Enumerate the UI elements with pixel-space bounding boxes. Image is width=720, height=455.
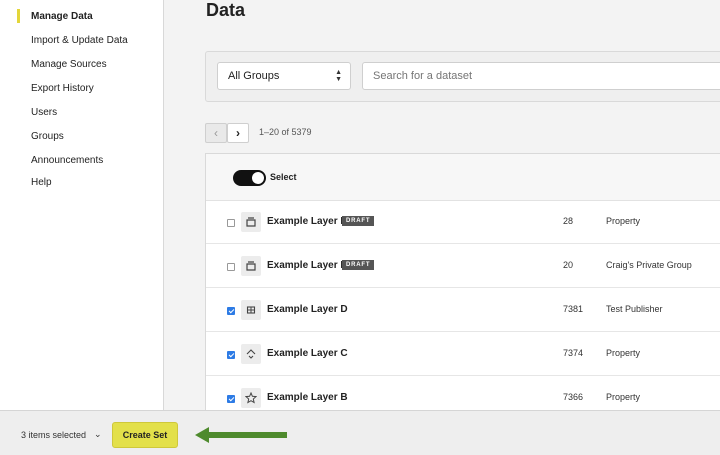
row-checkbox[interactable]	[227, 263, 235, 271]
sidebar: Manage Data Import & Update Data Manage …	[0, 0, 164, 410]
row-checkbox[interactable]	[227, 395, 235, 403]
draft-badge: DRAFT	[342, 260, 375, 270]
sidebar-item-announcements[interactable]: Announcements	[31, 155, 103, 166]
main-content: Data All Groups ▲▼ ‹ › 1–20 of 5379 Sele…	[164, 0, 720, 410]
sidebar-item-help[interactable]: Help	[31, 177, 52, 188]
sidebar-item-import-update-data[interactable]: Import & Update Data	[31, 35, 128, 46]
row-owner: Property	[606, 392, 641, 402]
row-name[interactable]: Example Layer E	[267, 260, 347, 271]
group-select-value: All Groups	[228, 70, 280, 82]
row-name[interactable]: Example Layer C	[267, 348, 348, 359]
line-icon	[241, 344, 261, 364]
toggle-knob	[252, 172, 264, 184]
sidebar-item-manage-sources[interactable]: Manage Sources	[31, 59, 107, 70]
arrow-left-icon	[195, 427, 287, 443]
select-toggle[interactable]	[233, 170, 266, 186]
star-icon	[241, 388, 261, 408]
row-checkbox[interactable]	[227, 351, 235, 359]
row-owner: Craig's Private Group	[606, 260, 692, 270]
table-icon	[241, 300, 261, 320]
create-set-button[interactable]: Create Set	[112, 422, 178, 448]
layers-icon	[241, 212, 261, 232]
row-count: 7381	[563, 304, 584, 314]
row-name[interactable]: Example Layer D	[267, 304, 348, 315]
select-label: Select	[270, 172, 297, 182]
row-name[interactable]: Example Layer F	[267, 216, 346, 227]
row-owner: Test Publisher	[606, 304, 663, 314]
row-count: 7374	[563, 348, 584, 358]
select-arrows-icon: ▲ ▼	[335, 69, 342, 83]
row-count: 7366	[563, 392, 584, 402]
prev-page-button[interactable]: ‹	[205, 123, 227, 143]
selection-bar: 3 items selected ⌄ Create Set	[0, 410, 720, 455]
row-count: 20	[563, 260, 574, 270]
dataset-table: Select Example Layer F DRAFT 28 Property…	[205, 153, 720, 410]
row-checkbox[interactable]	[227, 219, 235, 227]
row-owner: Property	[606, 348, 641, 358]
row-name[interactable]: Example Layer B	[267, 392, 348, 403]
table-row[interactable]: Example Layer E DRAFT 20 Craig's Private…	[206, 245, 720, 288]
filter-bar: All Groups ▲ ▼	[205, 51, 720, 102]
draft-badge: DRAFT	[342, 216, 375, 226]
chevron-down-icon[interactable]: ⌄	[94, 429, 102, 440]
sidebar-item-groups[interactable]: Groups	[31, 131, 64, 142]
active-nav-indicator	[17, 9, 20, 23]
sidebar-item-users[interactable]: Users	[31, 107, 57, 118]
row-count: 28	[563, 216, 574, 226]
table-row[interactable]: Example Layer C 7374 Property	[206, 333, 720, 376]
table-row[interactable]: Example Layer B 7366 Property	[206, 377, 720, 410]
table-row[interactable]: Example Layer D 7381 Test Publisher	[206, 289, 720, 332]
table-row[interactable]: Example Layer F DRAFT 28 Property	[206, 201, 720, 244]
sidebar-item-manage-data[interactable]: Manage Data	[31, 11, 93, 22]
sidebar-item-export-history[interactable]: Export History	[31, 83, 94, 94]
page-title: Data	[206, 0, 246, 20]
layers-icon	[241, 256, 261, 276]
table-header: Select	[206, 154, 720, 201]
row-owner: Property	[606, 216, 641, 226]
items-selected-dropdown[interactable]: 3 items selected	[21, 430, 86, 440]
group-select[interactable]: All Groups ▲ ▼	[217, 62, 351, 90]
search-input[interactable]	[362, 62, 720, 90]
row-checkbox[interactable]	[227, 307, 235, 315]
next-page-button[interactable]: ›	[227, 123, 249, 143]
page-range: 1–20 of 5379	[259, 127, 312, 137]
